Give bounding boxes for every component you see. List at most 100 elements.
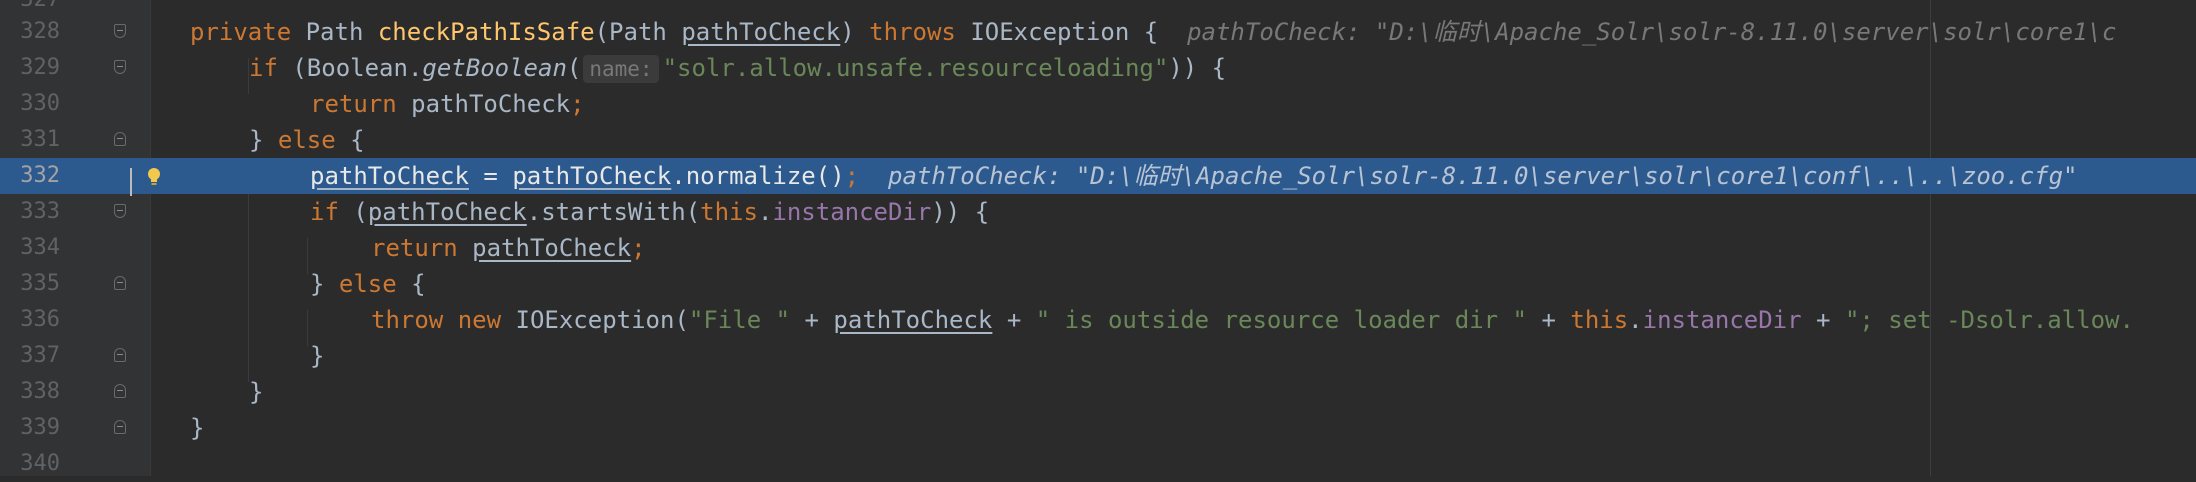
fold-marker-icon[interactable] [114,204,126,218]
code-token: )) { [931,198,990,226]
code-token: .normalize() [671,162,845,190]
fold-marker-icon[interactable] [114,276,126,290]
line-number[interactable]: 333 [0,194,60,230]
caret-marker [130,168,132,196]
code-token: + [1801,306,1845,334]
code-token: pathToCheck [396,90,571,118]
line-number[interactable]: 334 [0,230,60,266]
line-number[interactable]: 335 [0,266,60,302]
variable: pathToCheck [512,162,672,190]
code-token: . [757,198,773,226]
code-text[interactable]: if (Boolean.getBoolean(name: "solr.allow.… [249,50,1226,86]
code-text[interactable]: private Path checkPathIsSafe(Path pathTo… [190,14,2116,50]
code-token: ) [840,18,870,46]
code-token: = [468,162,513,190]
keyword: new [457,306,502,334]
code-text[interactable]: pathToCheck = pathToCheck.normalize(); p… [310,158,2078,194]
line-number[interactable]: 328 [0,14,60,50]
code-token: + [1527,306,1571,334]
string-literal: " is outside resource loader dir " [1035,306,1528,334]
string-literal: "; set -Dsolr.allow. [1844,306,2134,334]
line-number[interactable]: 336 [0,302,60,338]
code-text[interactable]: return pathToCheck; [310,86,585,122]
keyword: else [338,270,397,298]
variable: pathToCheck [367,198,527,226]
code-text[interactable]: if (pathToCheck.startsWith(this.instance… [310,194,989,230]
fold-marker-icon[interactable] [114,132,126,146]
code-token: + [790,306,834,334]
keyword: throw [371,306,444,334]
line-number[interactable]: 332 [0,158,60,194]
line-number[interactable]: 337 [0,338,60,374]
code-line[interactable]: 330 return pathToCheck; [0,86,2196,122]
code-token: { [396,270,426,298]
code-token: (Boolean. [277,54,423,82]
parameter: pathToCheck [681,18,841,46]
line-number[interactable]: 339 [0,410,60,446]
code-token: } [249,378,264,406]
code-text[interactable]: } else { [310,266,426,302]
semicolon: ; [631,234,646,262]
fold-marker-icon[interactable] [114,384,126,398]
field: instanceDir [1642,306,1802,334]
code-token: } [310,342,325,370]
fold-marker-icon[interactable] [114,348,126,362]
keyword: throws [869,18,956,46]
string-literal: "File " [688,306,791,334]
code-text[interactable]: } [249,374,263,410]
code-text[interactable]: } [310,338,324,374]
code-line[interactable]: 335 } else { [0,266,2196,302]
field: instanceDir [772,198,932,226]
variable: pathToCheck [833,306,993,334]
code-text[interactable]: } [190,410,204,446]
code-text[interactable]: throw new IOException("File " + pathToCh… [371,302,2134,338]
intention-bulb-icon[interactable] [146,166,162,188]
keyword: this [700,198,758,226]
parameter-hint: name: [583,55,659,83]
code-line[interactable]: 338 } [0,374,2196,410]
code-editor[interactable]: 327 328 private Path checkPathIsSafe(Pat… [0,0,2196,476]
method-call: getBoolean [422,54,567,82]
variable: pathToCheck [472,234,632,262]
code-token: } [310,270,339,298]
code-line[interactable]: 339 } [0,410,2196,446]
code-token: )) { [1168,54,1227,82]
code-token: .startsWith( [526,198,701,226]
code-line[interactable]: 331 } else { [0,122,2196,158]
variable: pathToCheck [310,162,469,190]
keyword: return [310,90,397,118]
code-token: } [249,126,278,154]
semicolon: ; [570,90,585,118]
code-line[interactable]: 329 if (Boolean.getBoolean(name: "solr.al… [0,50,2196,86]
code-token: { [335,126,365,154]
code-token: . [1628,306,1643,334]
code-token: ( [338,198,368,226]
code-token: IOException { [955,18,1159,46]
code-text[interactable]: return pathToCheck; [371,230,646,266]
semicolon: ; [844,162,860,190]
code-line[interactable]: 337 } [0,338,2196,374]
keyword: this [1570,306,1629,334]
line-number[interactable]: 338 [0,374,60,410]
code-line[interactable]: 333 if (pathToCheck.startsWith(this.inst… [0,194,2196,230]
line-number[interactable]: 330 [0,86,60,122]
code-line[interactable]: 328 private Path checkPathIsSafe(Path pa… [0,14,2196,50]
keyword: return [371,234,458,262]
code-text[interactable]: } else { [249,122,365,158]
line-number[interactable]: 340 [0,446,60,482]
code-line[interactable]: 336 throw new IOException("File " + path… [0,302,2196,338]
fold-marker-icon[interactable] [114,24,126,38]
keyword: if [310,198,339,226]
fold-marker-icon[interactable] [114,420,126,434]
keyword: if [249,54,278,82]
code-line[interactable]: 334 return pathToCheck; [0,230,2196,266]
line-number[interactable]: 331 [0,122,60,158]
method-name: checkPathIsSafe [377,18,595,46]
fold-marker-icon[interactable] [114,60,126,74]
current-execution-line[interactable]: 332 pathToCheck = pathToCheck.normalize(… [0,158,2196,196]
line-number[interactable]: 329 [0,50,60,86]
keyword: else [277,126,336,154]
code-token: Path [291,18,378,46]
code-line[interactable]: 340 [0,446,2196,482]
